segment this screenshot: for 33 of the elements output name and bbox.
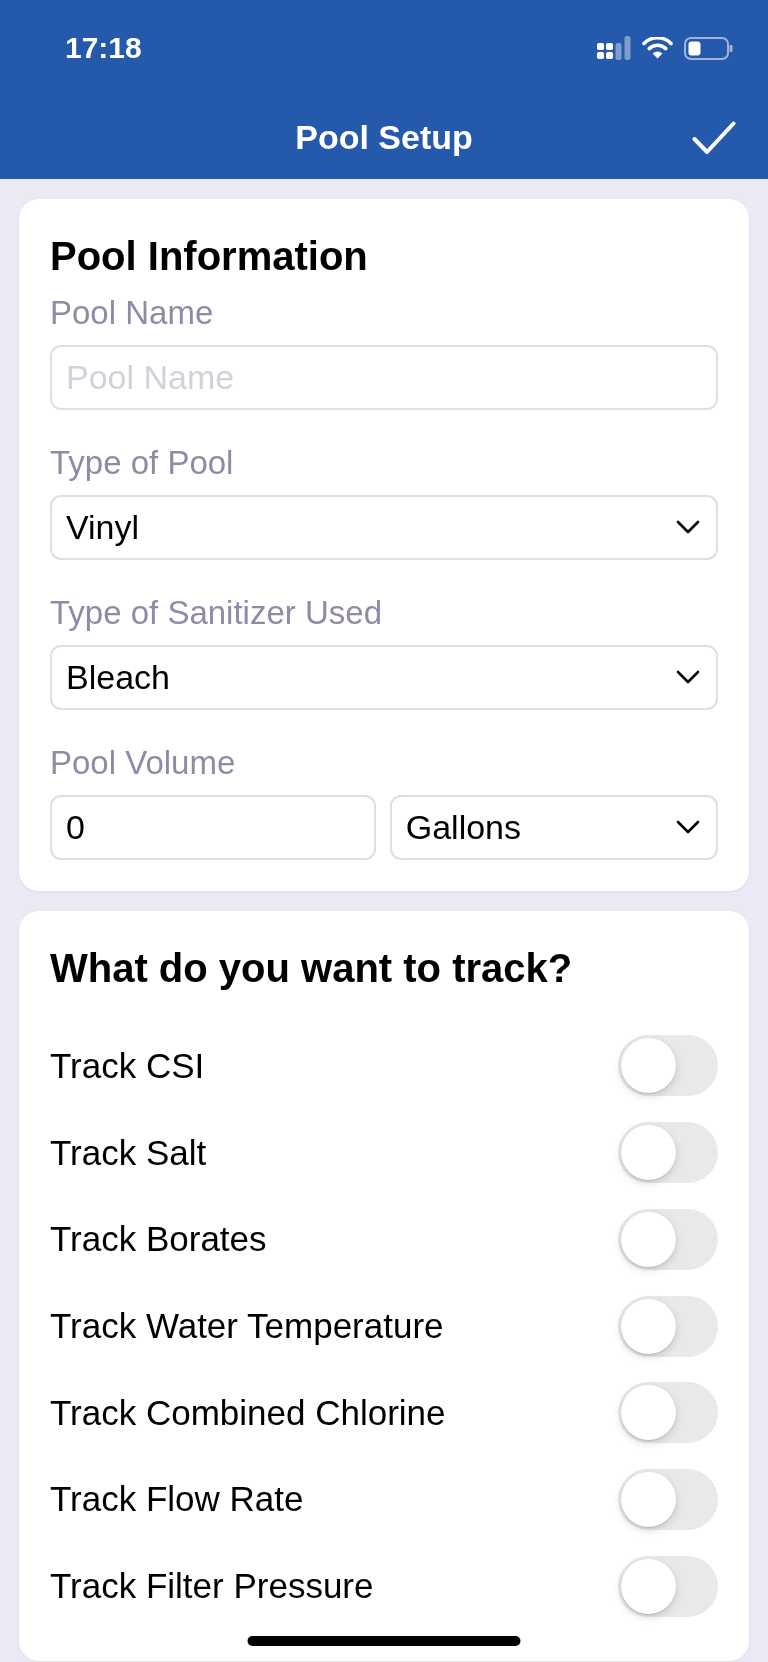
signal-icon (597, 36, 631, 60)
toggle-label: Track CSI (50, 1045, 205, 1086)
toggle-switch[interactable] (618, 1208, 718, 1270)
toggle-switch[interactable] (618, 1122, 718, 1184)
battery-icon (684, 36, 733, 60)
field-label: Type of Sanitizer Used (50, 592, 383, 633)
checkmark-icon[interactable] (692, 120, 736, 155)
toggle-label: Track Borates (50, 1219, 267, 1260)
toggle-label: Track Combined Chlorine (50, 1392, 446, 1433)
toggle-label: Track Salt (50, 1132, 207, 1173)
toggle-label: Track Water Temperature (50, 1306, 444, 1346)
wifi-icon (642, 37, 673, 59)
field-label: Type of Pool (50, 442, 235, 483)
status-time: 17:18 (65, 31, 142, 65)
field-label: Pool Name (50, 292, 215, 333)
number-input[interactable]: 0 (50, 794, 377, 860)
field-label: Pool Volume (50, 742, 237, 783)
toggle-switch[interactable] (618, 1295, 718, 1357)
toggle-label: Track Flow Rate (50, 1479, 304, 1520)
toggle-switch[interactable] (618, 1555, 718, 1617)
toggle-switch[interactable] (618, 1382, 718, 1444)
screen-title: Pool Setup (295, 118, 473, 157)
chevron-down-icon (676, 820, 700, 835)
unit-dropdown[interactable]: Gallons (389, 794, 718, 860)
section-heading: Pool Information (50, 233, 369, 280)
dropdown-select[interactable]: Vinyl (50, 494, 718, 560)
toggle-label: Track Filter Pressure (50, 1566, 374, 1607)
chevron-down-icon (676, 670, 700, 685)
toggle-switch[interactable] (618, 1468, 718, 1530)
chevron-down-icon (676, 520, 700, 535)
toggle-switch[interactable] (618, 1035, 718, 1097)
section-heading: What do you want to track? (50, 944, 574, 992)
dropdown-select[interactable]: Bleach (50, 644, 718, 710)
